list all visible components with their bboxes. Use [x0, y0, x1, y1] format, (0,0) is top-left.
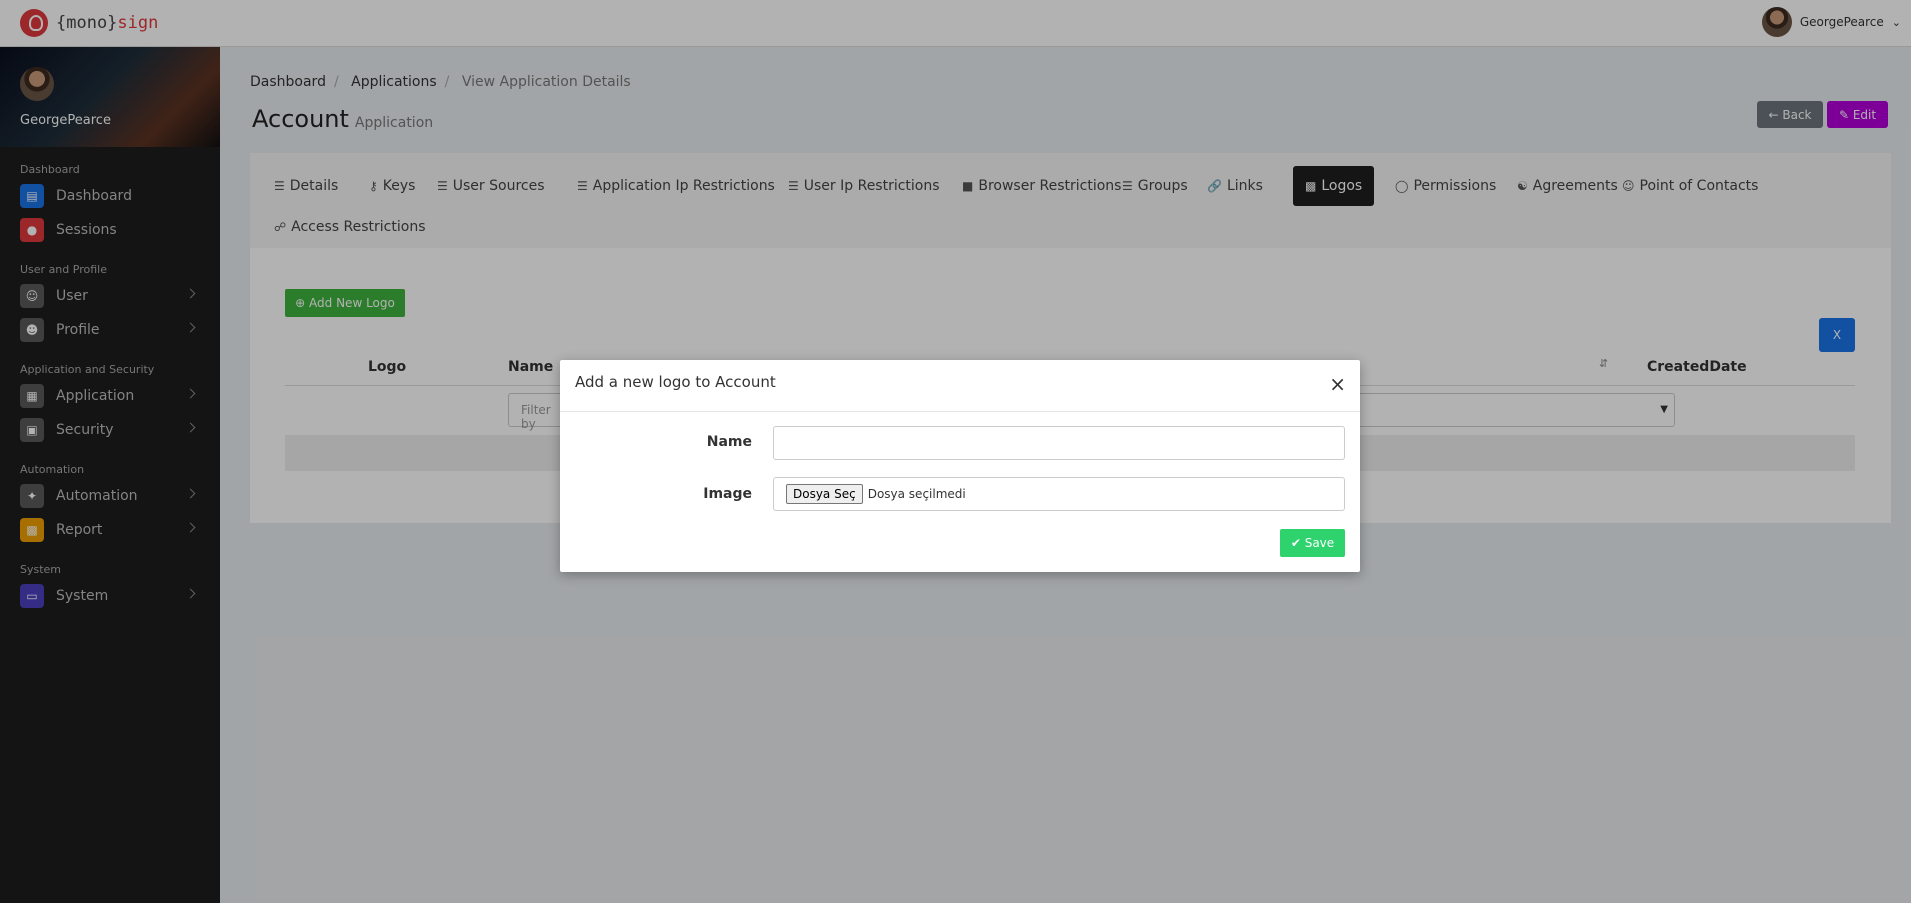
modal-header: Add a new logo to Account ×	[560, 360, 1360, 412]
image-label: Image	[703, 486, 752, 502]
file-status: Dosya seçilmedi	[867, 487, 966, 501]
name-label: Name	[706, 434, 752, 450]
image-file-input[interactable]: Dosya Seç Dosya seçilmedi	[773, 477, 1345, 511]
add-logo-modal: Add a new logo to Account × Name Image D…	[560, 360, 1360, 572]
name-input[interactable]	[773, 426, 1345, 460]
choose-file-button[interactable]: Dosya Seç	[786, 484, 863, 504]
close-icon[interactable]: ×	[1329, 374, 1346, 394]
modal-title: Add a new logo to Account	[575, 373, 776, 391]
check-icon: ✔	[1290, 536, 1305, 550]
save-button[interactable]: ✔ Save	[1280, 529, 1345, 557]
